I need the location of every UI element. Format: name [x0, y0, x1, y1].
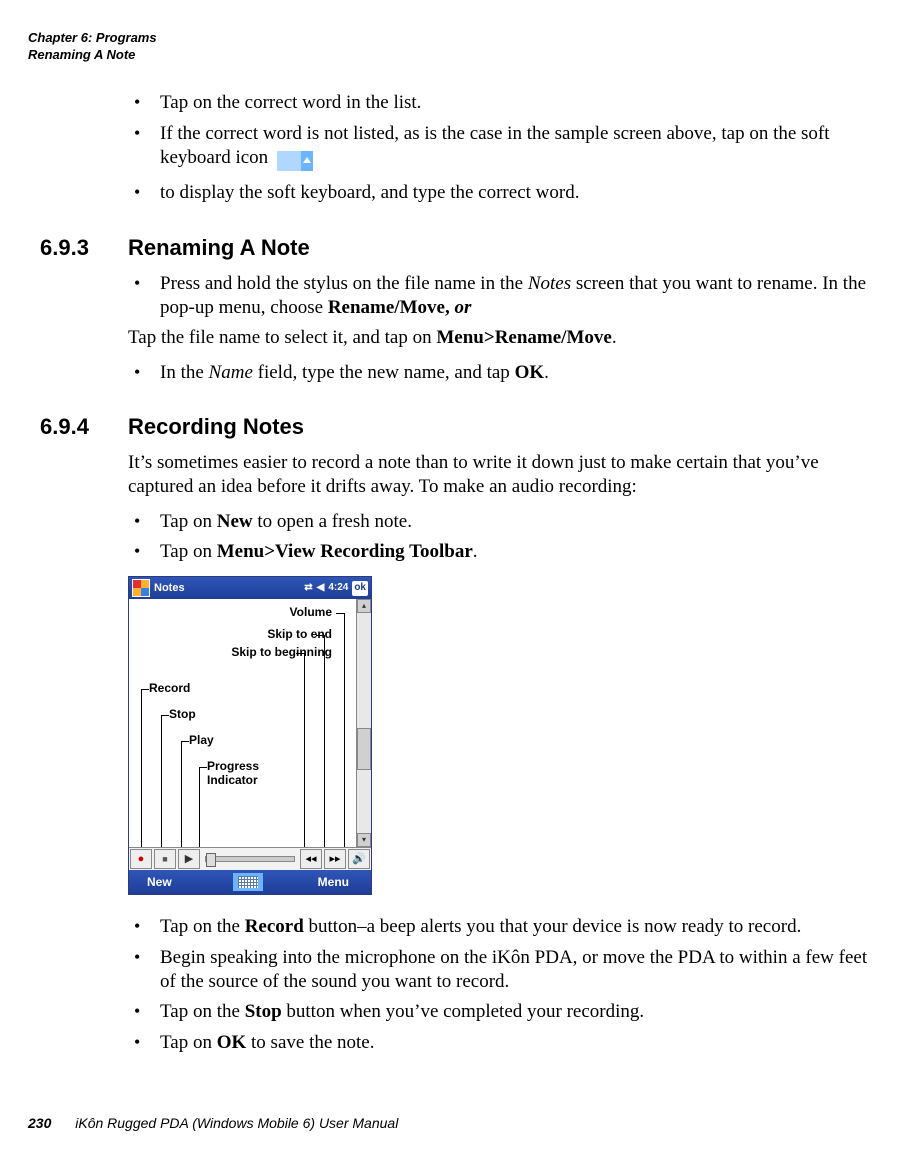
speaker-icon[interactable]: ◀ — [317, 582, 325, 595]
list-text: Tap on Menu>View Recording Toolbar. — [160, 541, 478, 562]
recording-setup-steps: Tap on New to open a fresh note. Tap on … — [128, 510, 879, 565]
softkey-menu[interactable]: Menu — [263, 875, 371, 890]
lead-line — [199, 767, 200, 847]
scroll-up-button[interactable]: ▴ — [357, 599, 371, 613]
section-heading-694: 6.9.4Recording Notes — [128, 413, 879, 441]
list-item: Tap on New to open a fresh note. — [128, 510, 879, 534]
rename-note-steps: Press and hold the stylus on the file na… — [128, 272, 879, 321]
skip-end-button[interactable]: ▸▸ — [324, 849, 346, 869]
progress-slider[interactable] — [201, 848, 299, 870]
clock-text: 4:24 — [328, 582, 348, 595]
list-text: Tap on the correct word in the list. — [160, 92, 421, 113]
list-text: Press and hold the stylus on the file na… — [160, 273, 866, 318]
lead-line — [316, 635, 324, 636]
pda-app-title: Notes — [154, 581, 304, 595]
list-text: Begin speaking into the microphone on th… — [160, 947, 867, 992]
softkey-keyboard-icon[interactable] — [233, 873, 263, 891]
list-text: If the correct word is not listed, as is… — [160, 123, 830, 168]
lead-line — [161, 715, 162, 847]
list-item: Tap on the Record button–a beep alerts y… — [128, 915, 879, 939]
lead-line — [161, 715, 169, 716]
lead-line — [199, 767, 207, 768]
recording-action-steps: Tap on the Record button–a beep alerts y… — [128, 915, 879, 1055]
section-title: Renaming A Note — [128, 235, 310, 260]
label-play: Play — [189, 733, 214, 748]
section-number: 6.9.4 — [28, 413, 128, 441]
softkey-new[interactable]: New — [129, 875, 233, 890]
manual-title: iKôn Rugged PDA (Windows Mobile 6) User … — [75, 1115, 398, 1131]
label-volume: Volume — [290, 605, 332, 620]
list-item: Tap on the correct word in the list. — [128, 91, 879, 115]
pda-window: Notes ⇄ ◀ 4:24 ok Volume Skip to end Ski… — [128, 576, 372, 895]
list-text: to display the soft keyboard, and type t… — [160, 182, 579, 203]
running-header-topic: Renaming A Note — [28, 47, 889, 64]
recording-toolbar-screenshot: Notes ⇄ ◀ 4:24 ok Volume Skip to end Ski… — [128, 576, 879, 895]
pda-body: Volume Skip to end Skip to beginning Rec… — [129, 599, 371, 847]
rename-alt-method: Tap the file name to select it, and tap … — [128, 326, 879, 350]
list-text: In the Name field, type the new name, an… — [160, 362, 549, 383]
lead-line — [181, 741, 182, 847]
pda-softkey-bar: New Menu — [129, 870, 371, 894]
record-button[interactable]: ● — [130, 849, 152, 869]
section-number: 6.9.3 — [28, 234, 128, 262]
page-footer: 230 iKôn Rugged PDA (Windows Mobile 6) U… — [28, 1115, 889, 1133]
scroll-thumb[interactable] — [357, 728, 371, 770]
scrollbar[interactable]: ▴ ▾ — [356, 599, 371, 847]
list-item: Press and hold the stylus on the file na… — [128, 272, 879, 321]
lead-line — [324, 635, 325, 847]
recording-intro: It’s sometimes easier to record a note t… — [128, 451, 879, 500]
running-header: Chapter 6: Programs Renaming A Note — [28, 30, 889, 63]
progress-track — [205, 856, 295, 862]
play-button[interactable]: ▶ — [178, 849, 200, 869]
list-text: Tap on the Record button–a beep alerts y… — [160, 916, 801, 937]
recording-toolbar: ● ■ ▶ ◂◂ ▸▸ 🔊 — [129, 847, 371, 870]
list-item: to display the soft keyboard, and type t… — [128, 181, 879, 205]
note-canvas[interactable]: Volume Skip to end Skip to beginning Rec… — [129, 599, 356, 847]
list-item: Tap on Menu>View Recording Toolbar. — [128, 540, 879, 564]
scroll-down-button[interactable]: ▾ — [357, 833, 371, 847]
label-skip-begin: Skip to beginning — [231, 645, 332, 660]
section-title: Recording Notes — [128, 414, 304, 439]
connectivity-icon[interactable]: ⇄ — [304, 582, 312, 595]
stop-button[interactable]: ■ — [154, 849, 176, 869]
list-item: Begin speaking into the microphone on th… — [128, 946, 879, 995]
section-heading-693: 6.9.3Renaming A Note — [128, 234, 879, 262]
lead-line — [336, 613, 344, 614]
list-item: Tap on the Stop button when you’ve compl… — [128, 1000, 879, 1024]
start-flag-icon[interactable] — [132, 579, 150, 597]
rename-name-field-step: In the Name field, type the new name, an… — [128, 361, 879, 385]
label-indicator: Indicator — [207, 773, 258, 788]
label-record: Record — [149, 681, 190, 696]
running-header-chapter: Chapter 6: Programs — [28, 30, 889, 47]
volume-button[interactable]: 🔊 — [348, 849, 370, 869]
lead-line — [304, 653, 305, 847]
page-number: 230 — [28, 1115, 51, 1131]
label-stop: Stop — [169, 707, 196, 722]
pda-status-area: ⇄ ◀ 4:24 ok — [304, 581, 368, 596]
ok-button[interactable]: ok — [352, 581, 368, 596]
lead-line — [181, 741, 189, 742]
text-correction-steps: Tap on the correct word in the list. If … — [128, 91, 879, 205]
lead-line — [344, 613, 345, 847]
list-text: Tap on New to open a fresh note. — [160, 511, 412, 532]
pda-titlebar: Notes ⇄ ◀ 4:24 ok — [129, 577, 371, 599]
lead-line — [141, 689, 149, 690]
keyboard-icon — [277, 151, 313, 175]
list-text: Tap on OK to save the note. — [160, 1032, 375, 1053]
lead-line — [141, 689, 142, 847]
list-item: In the Name field, type the new name, an… — [128, 361, 879, 385]
lead-line — [296, 653, 304, 654]
list-item: Tap on OK to save the note. — [128, 1031, 879, 1055]
progress-thumb[interactable] — [206, 853, 216, 867]
list-item: If the correct word is not listed, as is… — [128, 122, 879, 176]
list-text: Tap on the Stop button when you’ve compl… — [160, 1001, 644, 1022]
skip-begin-button[interactable]: ◂◂ — [300, 849, 322, 869]
